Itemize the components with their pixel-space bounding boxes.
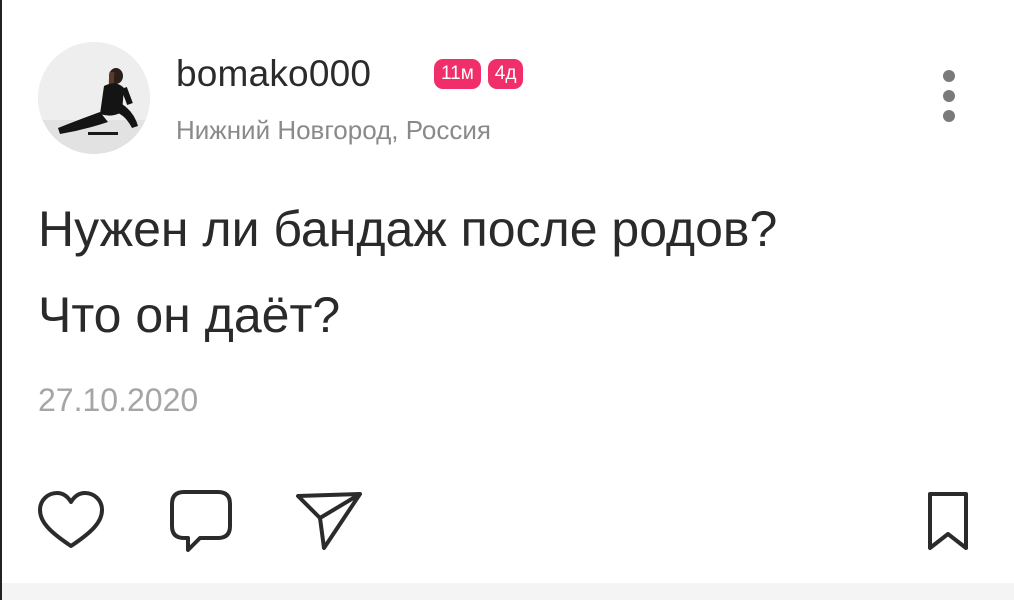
user-badges: 11м 4д — [434, 59, 524, 89]
user-location: Нижний Новгород, Россия — [176, 115, 491, 145]
heart-icon — [38, 491, 104, 548]
post-text[interactable]: Нужен ли бандаж после родов? Что он даёт… — [38, 186, 978, 358]
avatar-photo — [38, 42, 150, 154]
post-text-line: Нужен ли бандаж после родов? — [38, 201, 778, 257]
more-dot-icon — [943, 110, 955, 122]
like-button[interactable] — [36, 488, 106, 558]
bookmark-button[interactable] — [920, 488, 976, 558]
share-icon — [296, 492, 362, 550]
child-age-badge: 4д — [487, 59, 524, 89]
separator — [2, 583, 1014, 600]
comment-button[interactable] — [166, 488, 236, 558]
more-dot-icon — [943, 90, 955, 102]
post-date: 27.10.2020 — [38, 382, 199, 418]
bookmark-icon — [928, 492, 968, 550]
more-options-button[interactable] — [938, 70, 962, 122]
avatar[interactable] — [38, 42, 150, 154]
child-age-badge: 11м — [434, 59, 481, 89]
username[interactable]: bomako000 — [176, 52, 371, 96]
share-button[interactable] — [294, 488, 364, 558]
post-card: bomako000 11м 4д Нижний Новгород, Россия… — [0, 0, 1014, 600]
more-dot-icon — [943, 70, 955, 82]
post-text-line: Что он даёт? — [38, 287, 341, 343]
comment-icon — [170, 490, 232, 552]
